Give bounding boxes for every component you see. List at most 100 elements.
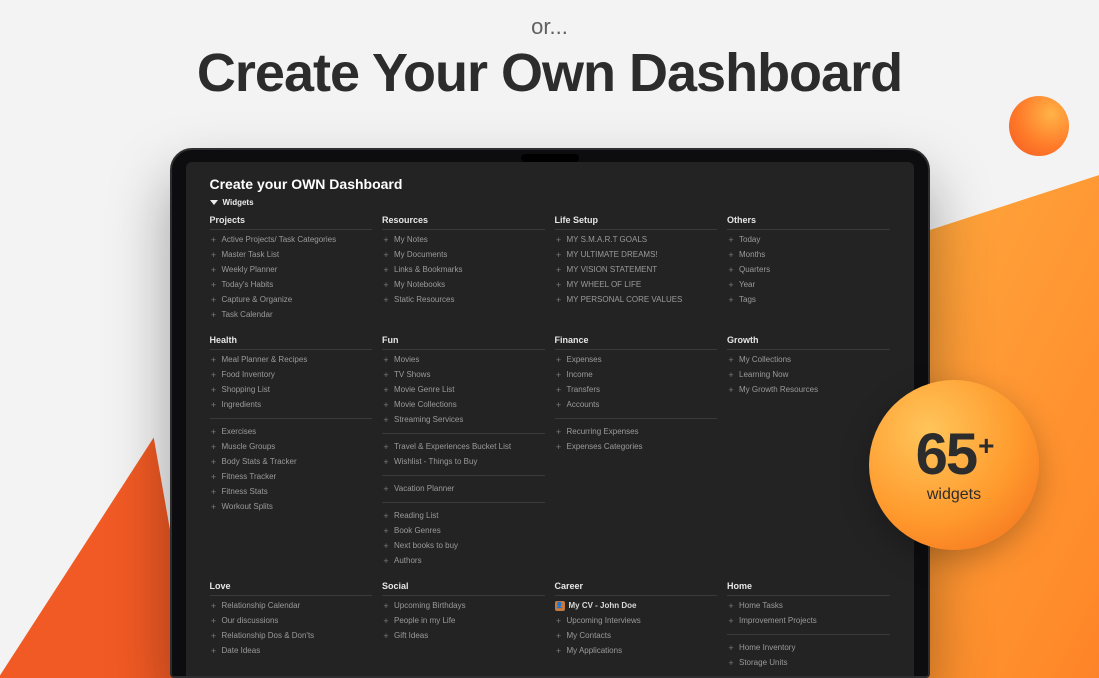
plus-icon: + xyxy=(210,234,218,246)
widget-item[interactable]: +My Applications xyxy=(555,645,718,657)
widget-item[interactable]: +Ingredients xyxy=(210,399,373,411)
item-label: MY WHEEL OF LIFE xyxy=(567,279,642,291)
page-link-item[interactable]: 👤My CV - John Doe xyxy=(555,600,718,612)
widget-item[interactable]: +Next books to buy xyxy=(382,540,545,552)
widget-item[interactable]: +Streaming Services xyxy=(382,414,545,426)
widget-item[interactable]: +Wishlist - Things to Buy xyxy=(382,456,545,468)
widget-item[interactable]: +Home Tasks xyxy=(727,600,890,612)
widget-item[interactable]: +My Contacts xyxy=(555,630,718,642)
plus-icon: + xyxy=(382,615,390,627)
widget-item[interactable]: +My Documents xyxy=(382,249,545,261)
item-label: MY ULTIMATE DREAMS! xyxy=(567,249,658,261)
widget-item[interactable]: +My Growth Resources xyxy=(727,384,890,396)
item-label: Movies xyxy=(394,354,419,366)
widget-item[interactable]: +Upcoming Birthdays xyxy=(382,600,545,612)
widget-column: Life Setup+MY S.M.A.R.T GOALS+MY ULTIMAT… xyxy=(555,215,718,321)
item-label: Fitness Tracker xyxy=(222,471,277,483)
widget-item[interactable]: +My Notebooks xyxy=(382,279,545,291)
widget-item[interactable]: +MY VISION STATEMENT xyxy=(555,264,718,276)
widget-item[interactable]: +Weekly Planner xyxy=(210,264,373,276)
widget-item[interactable]: +TV Shows xyxy=(382,369,545,381)
plus-icon: + xyxy=(555,354,563,366)
item-label: Year xyxy=(739,279,755,291)
column-items: +Movies+TV Shows+Movie Genre List+Movie … xyxy=(382,354,545,567)
widget-item[interactable]: +Workout Splits xyxy=(210,501,373,513)
widget-item[interactable]: +Months xyxy=(727,249,890,261)
widget-item[interactable]: +Movie Genre List xyxy=(382,384,545,396)
widget-item[interactable]: +Task Calendar xyxy=(210,309,373,321)
widget-item[interactable]: +Book Genres xyxy=(382,525,545,537)
widget-item[interactable]: +Income xyxy=(555,369,718,381)
widget-item[interactable]: +People in my Life xyxy=(382,615,545,627)
column-header: Projects xyxy=(210,215,373,230)
widget-item[interactable]: +Movie Collections xyxy=(382,399,545,411)
widget-item[interactable]: + Year xyxy=(727,279,890,291)
widget-item[interactable]: +Body Stats & Tracker xyxy=(210,456,373,468)
item-label: Date Ideas xyxy=(222,645,261,657)
plus-icon: + xyxy=(382,456,390,468)
widget-column: Health+Meal Planner & Recipes+Food Inven… xyxy=(210,335,373,567)
plus-icon: + xyxy=(210,501,218,513)
widget-item[interactable]: +Recurring Expenses xyxy=(555,426,718,438)
widget-item[interactable]: +Improvement Projects xyxy=(727,615,890,627)
widget-item[interactable]: +Reading List xyxy=(382,510,545,522)
widget-item[interactable]: +Transfers xyxy=(555,384,718,396)
widget-item[interactable]: + MY WHEEL OF LIFE xyxy=(555,279,718,291)
app-screen: Create your OWN Dashboard Widgets Projec… xyxy=(186,162,914,676)
widget-item[interactable]: +Capture & Organize xyxy=(210,294,373,306)
item-label: My Growth Resources xyxy=(739,384,818,396)
widget-item[interactable]: +My Collections xyxy=(727,354,890,366)
widget-item[interactable]: +Links & Bookmarks xyxy=(382,264,545,276)
widget-item[interactable]: +Relationship Dos & Don'ts xyxy=(210,630,373,642)
widget-item[interactable]: +Our discussions xyxy=(210,615,373,627)
column-header: Resources xyxy=(382,215,545,230)
widget-column: Career👤My CV - John Doe+Upcoming Intervi… xyxy=(555,581,718,676)
widget-item[interactable]: +Authors xyxy=(382,555,545,567)
widget-item[interactable]: +Home Inventory xyxy=(727,642,890,654)
widgets-toggle[interactable]: Widgets xyxy=(210,198,890,207)
widget-item[interactable]: +Storage Units xyxy=(727,657,890,669)
widget-item[interactable]: +MY S.M.A.R.T GOALS xyxy=(555,234,718,246)
plus-icon: + xyxy=(727,279,735,291)
widget-item[interactable]: +Vacation Planner xyxy=(382,483,545,495)
widget-item[interactable]: +My Notes xyxy=(382,234,545,246)
widget-item[interactable]: +Today's Habits xyxy=(210,279,373,291)
widget-item[interactable]: +Fitness Stats xyxy=(210,486,373,498)
widget-item[interactable]: +Muscle Groups xyxy=(210,441,373,453)
widget-item[interactable]: +Active Projects/ Task Categories xyxy=(210,234,373,246)
widget-item[interactable]: +MY ULTIMATE DREAMS! xyxy=(555,249,718,261)
widget-item[interactable]: +Fitness Tracker xyxy=(210,471,373,483)
widget-item[interactable]: +Travel & Experiences Bucket List xyxy=(382,441,545,453)
column-header: Home xyxy=(727,581,890,596)
widget-item[interactable]: +Expenses xyxy=(555,354,718,366)
widget-item[interactable]: +Master Task List xyxy=(210,249,373,261)
plus-icon: + xyxy=(382,555,390,567)
widget-item[interactable]: +Food Inventory xyxy=(210,369,373,381)
intro-headline: Create Your Own Dashboard xyxy=(0,42,1099,104)
widget-item[interactable]: +Learning Now xyxy=(727,369,890,381)
plus-icon: + xyxy=(210,645,218,657)
widget-item[interactable]: +Meal Planner & Recipes xyxy=(210,354,373,366)
widget-item[interactable]: +Upcoming Interviews xyxy=(555,615,718,627)
widget-item[interactable]: +Expenses Categories xyxy=(555,441,718,453)
widget-item[interactable]: + Date Ideas xyxy=(210,645,373,657)
plus-icon: + xyxy=(382,414,390,426)
widget-item[interactable]: +Today xyxy=(727,234,890,246)
widget-item[interactable]: +Relationship Calendar xyxy=(210,600,373,612)
widget-item[interactable]: +MY PERSONAL CORE VALUES xyxy=(555,294,718,306)
plus-icon: + xyxy=(727,249,735,261)
widget-item[interactable]: +Exercises xyxy=(210,426,373,438)
plus-icon: + xyxy=(555,279,563,291)
widget-item[interactable]: +Tags xyxy=(727,294,890,306)
widget-item[interactable]: +Movies xyxy=(382,354,545,366)
plus-icon: + xyxy=(382,483,390,495)
item-label: Our discussions xyxy=(222,615,279,627)
widget-item[interactable]: +Shopping List xyxy=(210,384,373,396)
item-label: Meal Planner & Recipes xyxy=(222,354,308,366)
widget-item[interactable]: +Quarters xyxy=(727,264,890,276)
widget-item[interactable]: +Gift Ideas xyxy=(382,630,545,642)
item-label: MY VISION STATEMENT xyxy=(567,264,658,276)
widget-item[interactable]: +Accounts xyxy=(555,399,718,411)
widget-item[interactable]: +Static Resources xyxy=(382,294,545,306)
plus-icon: + xyxy=(210,456,218,468)
